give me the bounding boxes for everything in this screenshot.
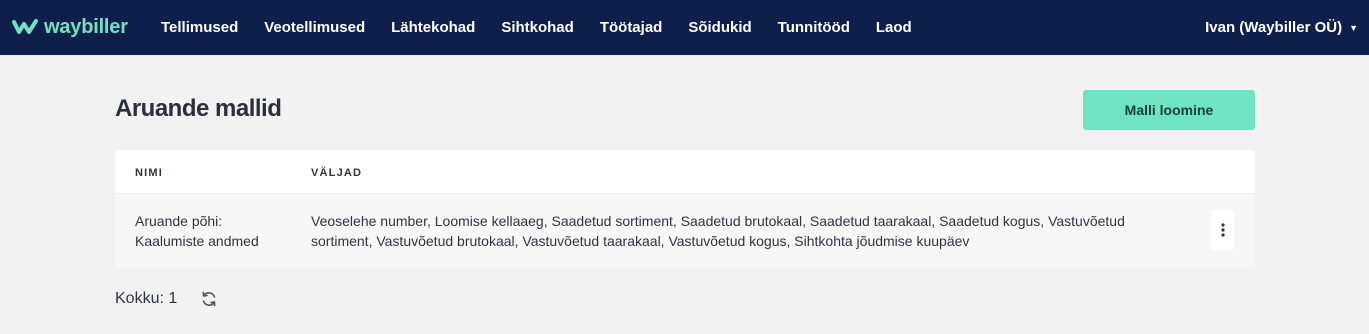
row-fields-cell: Veoselehe number, Loomise kellaaeg, Saad… [311,213,1125,249]
nav-item-tootajad[interactable]: Töötajad [587,19,676,36]
row-actions-button[interactable] [1211,210,1234,250]
nav-item-soidukid[interactable]: Sõidukid [675,19,764,36]
waybiller-logo-icon [12,19,38,34]
total-count: Kokku: 1 [115,290,178,307]
user-name: Ivan (Waybiller OÜ) [1205,19,1343,36]
kebab-menu-icon [1220,223,1225,237]
table-row: Aruande põhi: Kaalumiste andmed Veoseleh… [115,194,1255,268]
nav-item-laod[interactable]: Laod [863,19,925,36]
refresh-button[interactable] [200,290,218,308]
brand-name: waybiller [44,15,128,38]
nav-item-tellimused[interactable]: Tellimused [148,19,251,36]
main-nav: Tellimused Veotellimused Lähtekohad Siht… [148,0,925,55]
nav-item-sihtkohad[interactable]: Sihtkohad [488,19,587,36]
brand-logo[interactable]: waybiller [12,14,128,40]
row-name-cell: Aruande põhi: Kaalumiste andmed [135,213,259,249]
column-header-fields: VÄLJAD [311,167,363,179]
nav-item-tunnitood[interactable]: Tunnitööd [765,19,863,36]
page-title: Aruande mallid [115,95,282,122]
caret-down-icon: ▼ [1349,22,1358,33]
top-navbar: waybiller Tellimused Veotellimused Lähte… [0,0,1369,55]
nav-item-lahtekohad[interactable]: Lähtekohad [378,19,488,36]
refresh-icon [202,291,216,307]
user-menu[interactable]: Ivan (Waybiller OÜ) ▼ [1205,0,1358,55]
table-header: NIMI VÄLJAD [115,150,1255,194]
column-header-name: NIMI [135,167,164,179]
nav-item-veotellimused[interactable]: Veotellimused [251,19,378,36]
create-template-button[interactable]: Malli loomine [1083,90,1255,130]
templates-table: NIMI VÄLJAD Aruande põhi: Kaalumiste and… [115,150,1255,268]
